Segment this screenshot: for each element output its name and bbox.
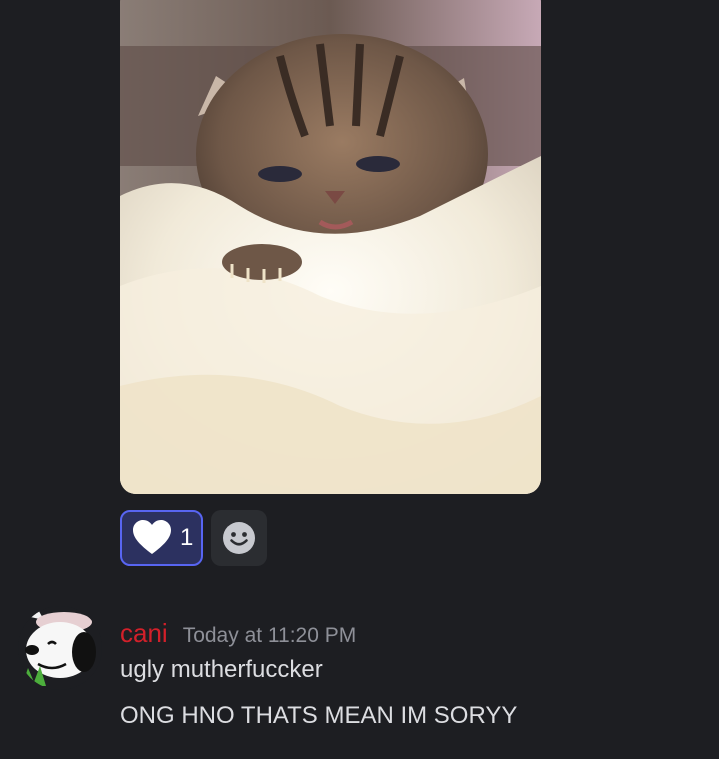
timestamp[interactable]: Today at 11:20 PM (183, 624, 357, 648)
reaction-count: 1 (180, 524, 194, 551)
add-reaction-button[interactable] (211, 510, 267, 566)
snoopy-avatar-icon (18, 606, 102, 690)
message-line: ONG HNO THATS MEAN IM SORYY (120, 702, 518, 729)
smiley-icon (223, 522, 255, 554)
image-attachment[interactable] (120, 0, 541, 494)
chat-view: 1 cani Today at 11:20 PM ugly mutherfucc… (0, 0, 719, 759)
reaction-heart[interactable]: 1 (120, 510, 203, 566)
username[interactable]: cani (120, 618, 168, 649)
kitten-image (120, 0, 541, 494)
avatar[interactable] (18, 606, 102, 690)
heart-icon (133, 520, 171, 554)
message-line: ugly mutherfuccker (120, 656, 323, 683)
message-header: cani Today at 11:20 PM (120, 618, 356, 649)
